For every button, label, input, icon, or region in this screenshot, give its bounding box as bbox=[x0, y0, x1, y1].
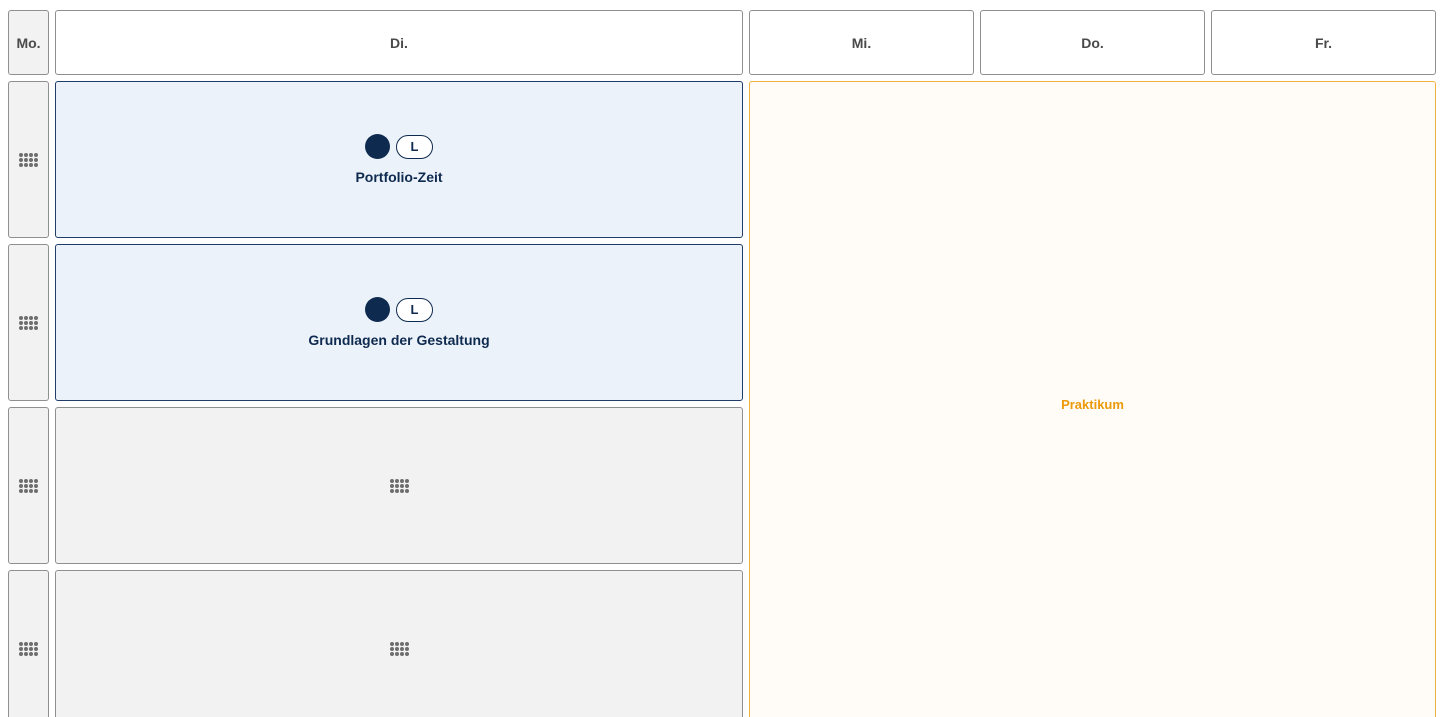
lesson-type-badge: L bbox=[396, 297, 433, 322]
lesson-title: Portfolio-Zeit bbox=[355, 169, 443, 185]
lesson-title: Grundlagen der Gestaltung bbox=[308, 332, 490, 348]
filled-circle-icon bbox=[365, 297, 390, 322]
mon-slot-4[interactable] bbox=[8, 570, 49, 717]
day-header-fri-label: Fr. bbox=[1314, 34, 1333, 51]
filled-circle-icon bbox=[365, 134, 390, 159]
day-header-wed[interactable]: Mi. bbox=[749, 10, 974, 75]
grid-icon bbox=[19, 152, 38, 167]
grid-icon bbox=[389, 641, 409, 656]
lesson-card[interactable]: L Portfolio-Zeit bbox=[55, 81, 743, 238]
grid-icon bbox=[19, 478, 38, 493]
mon-slot-1[interactable] bbox=[8, 81, 49, 238]
day-header-tue-label: Di. bbox=[390, 34, 408, 51]
grid-icon bbox=[389, 478, 409, 493]
grid-icon bbox=[19, 315, 38, 330]
praktikum-label: Praktikum bbox=[1061, 396, 1124, 412]
mon-slot-3[interactable] bbox=[8, 407, 49, 564]
day-header-mon[interactable]: Mo. bbox=[8, 10, 49, 75]
lesson-type-badge: L bbox=[396, 134, 433, 159]
praktikum-block[interactable]: Praktikum bbox=[749, 81, 1436, 717]
day-header-wed-label: Mi. bbox=[851, 34, 872, 51]
lesson-badges: L bbox=[365, 297, 433, 322]
day-header-mon-label: Mo. bbox=[16, 34, 41, 51]
lesson-badges: L bbox=[365, 134, 433, 159]
grid-icon bbox=[19, 641, 38, 656]
empty-slot[interactable] bbox=[55, 570, 743, 717]
mon-slot-2[interactable] bbox=[8, 244, 49, 401]
lesson-card[interactable]: L Grundlagen der Gestaltung bbox=[55, 244, 743, 401]
day-header-thu-label: Do. bbox=[1081, 34, 1104, 51]
day-header-tue[interactable]: Di. bbox=[55, 10, 743, 75]
day-header-thu[interactable]: Do. bbox=[980, 10, 1205, 75]
day-header-fri[interactable]: Fr. bbox=[1211, 10, 1436, 75]
empty-slot[interactable] bbox=[55, 407, 743, 564]
